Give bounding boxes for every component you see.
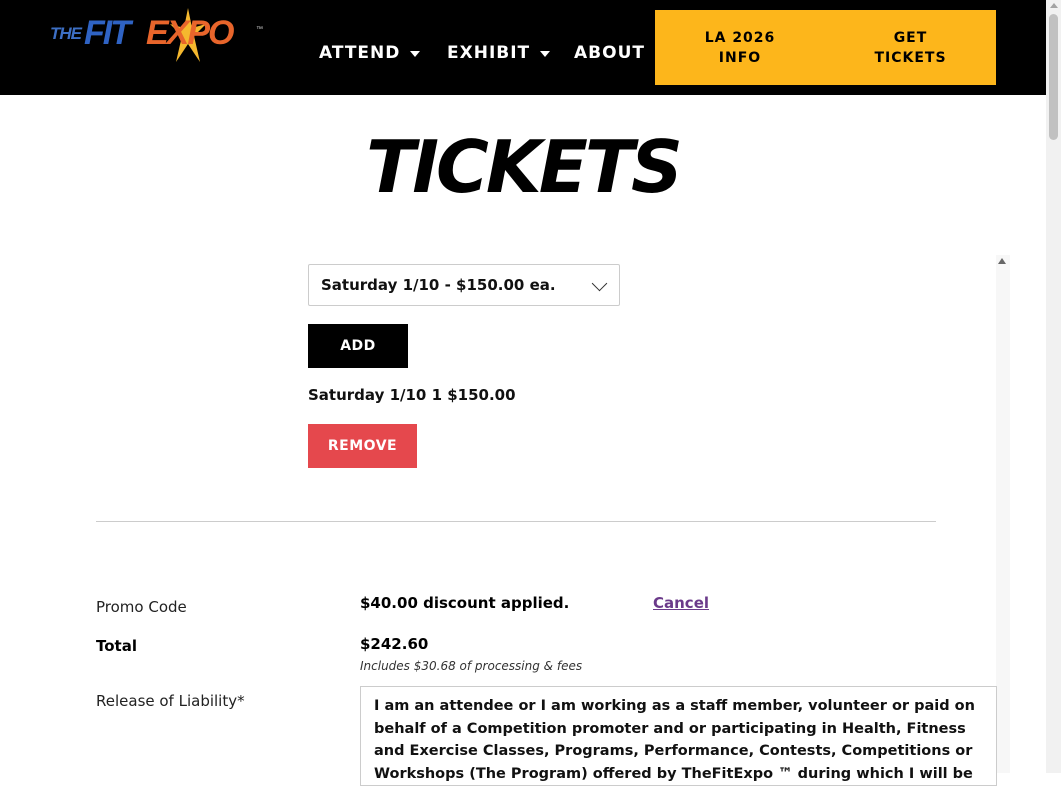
cart-line-item: Saturday 1/10 1 $150.00 <box>308 386 516 404</box>
remove-button[interactable]: REMOVE <box>308 424 417 468</box>
liability-textbox[interactable]: I am an attendee or I am working as a st… <box>360 686 997 786</box>
fees-note: Includes $30.68 of processing & fees <box>360 659 583 673</box>
section-divider <box>96 521 936 522</box>
page-scrollbar[interactable] <box>1046 0 1061 773</box>
fitexpo-logo[interactable]: THE FIT EXPO ™ <box>48 8 266 70</box>
chevron-down-icon <box>591 275 608 292</box>
scroll-thumb[interactable] <box>1049 14 1058 140</box>
scroll-up-arrow-icon[interactable] <box>1050 3 1058 8</box>
ticket-date-select[interactable]: Saturday 1/10 - $150.00 ea. <box>308 264 620 306</box>
scroll-up-arrow-icon[interactable] <box>998 258 1006 264</box>
nav-attend[interactable]: ATTEND <box>319 43 421 63</box>
total-value: $242.60 <box>360 635 429 653</box>
total-label: Total <box>96 637 137 655</box>
site-header: THE FIT EXPO ™ ATTEND EXHIBIT ABOUT LA 2… <box>0 0 1046 95</box>
promo-code-label: Promo Code <box>96 598 187 616</box>
page-title: TICKETS <box>366 125 683 209</box>
la-2026-info-button[interactable]: LA 2026 INFO <box>655 10 825 85</box>
nav-exhibit[interactable]: EXHIBIT <box>447 43 551 63</box>
chevron-down-icon <box>410 51 421 57</box>
add-button[interactable]: ADD <box>308 324 408 368</box>
promo-cancel-link[interactable]: Cancel <box>653 594 709 612</box>
chevron-down-icon <box>540 51 551 57</box>
release-of-liability-label: Release of Liability* <box>96 692 245 710</box>
nav-about[interactable]: ABOUT <box>574 43 645 63</box>
ticket-panel-scrollbar[interactable] <box>996 255 1010 773</box>
get-tickets-button[interactable]: GET TICKETS <box>825 10 996 85</box>
promo-status: $40.00 discount applied. <box>360 594 570 612</box>
